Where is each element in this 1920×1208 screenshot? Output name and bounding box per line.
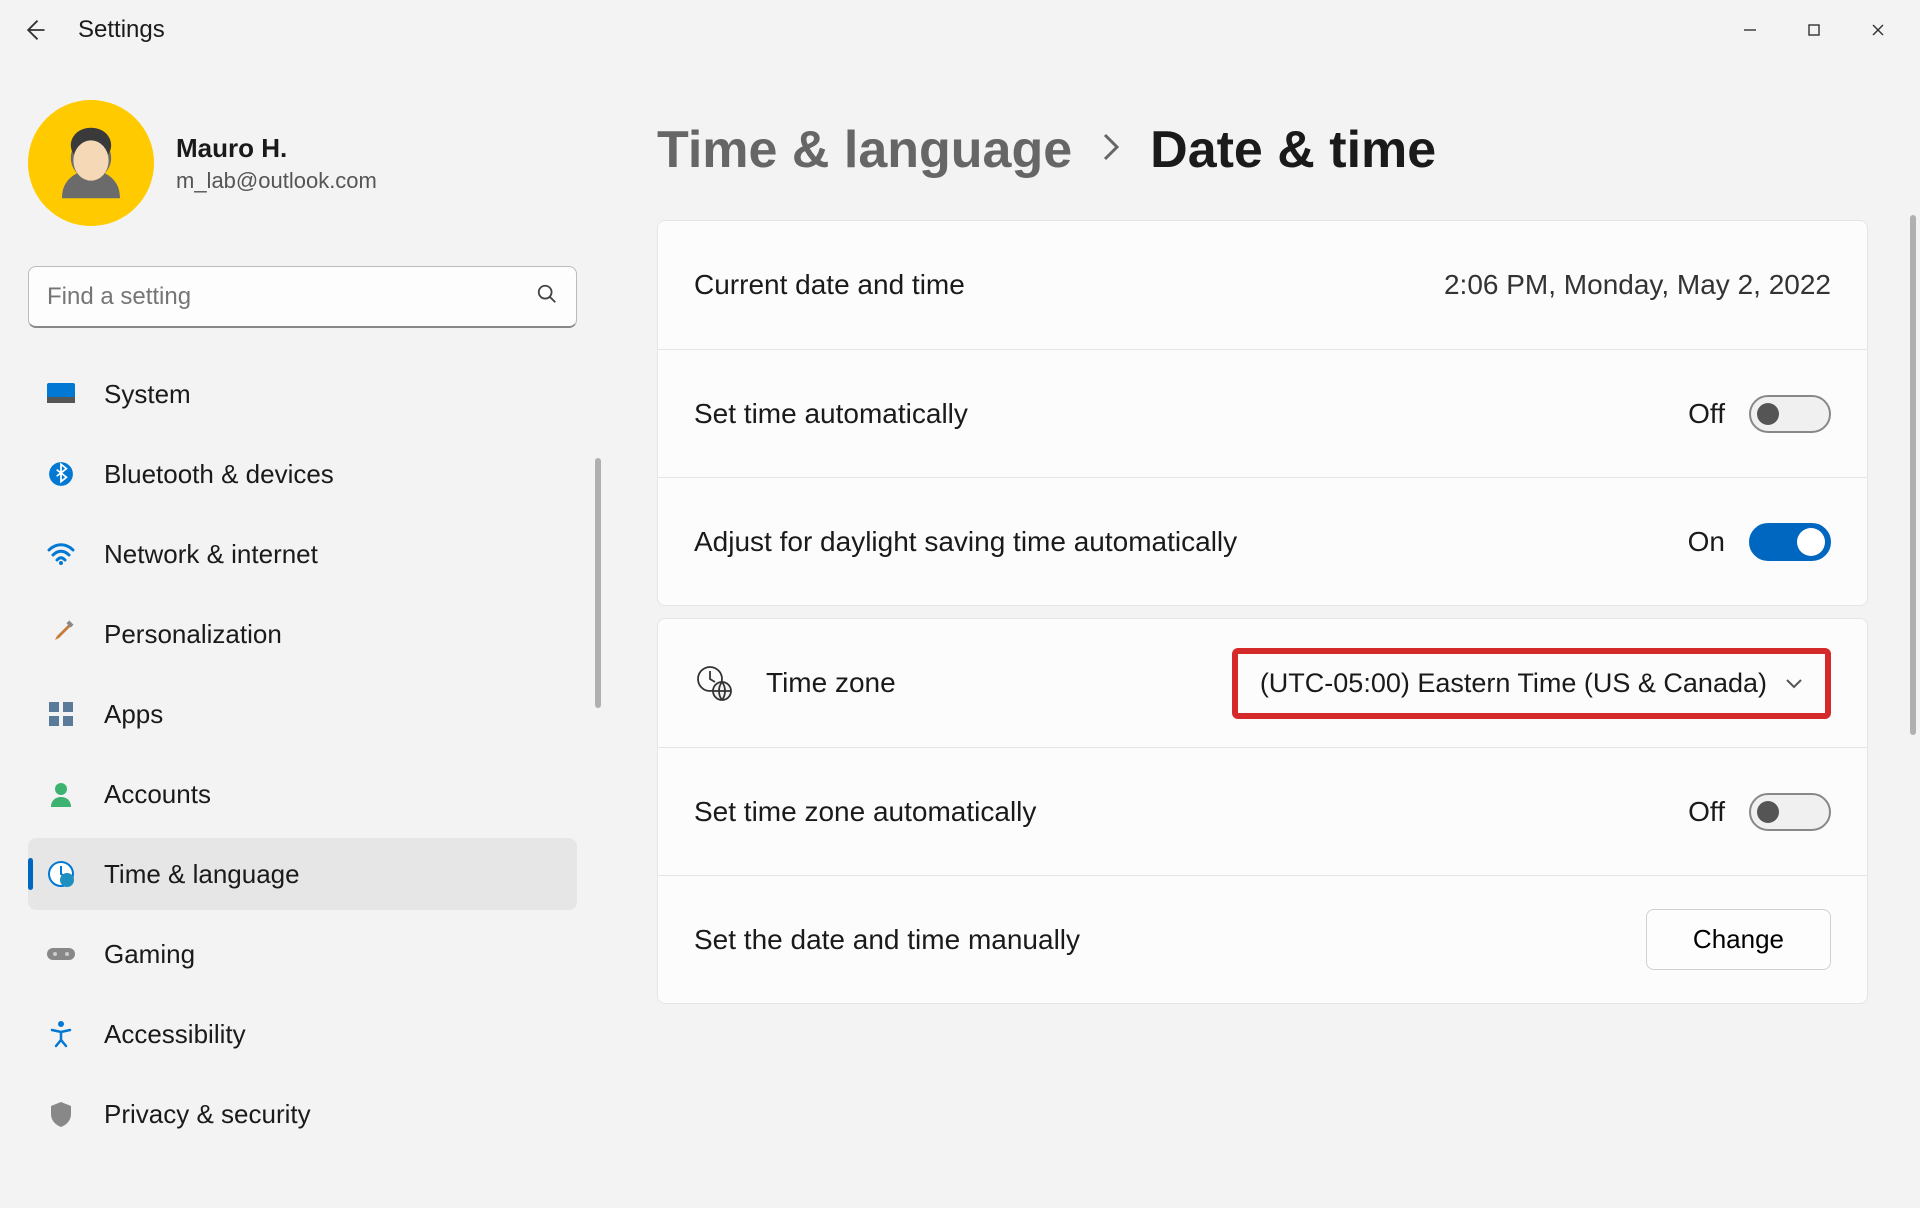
- card-timezone: Time zone (UTC-05:00) Eastern Time (US &…: [657, 618, 1868, 1004]
- auto-tz-state: Off: [1688, 796, 1725, 828]
- sidebar-item-personalization[interactable]: Personalization: [28, 598, 577, 670]
- sidebar-item-system[interactable]: System: [28, 358, 577, 430]
- sidebar-item-accessibility[interactable]: Accessibility: [28, 998, 577, 1070]
- timezone-label: Time zone: [766, 667, 896, 699]
- breadcrumb: Time & language Date & time: [657, 120, 1868, 180]
- main-content: Time & language Date & time Current date…: [605, 60, 1920, 1208]
- clock-globe-icon: [46, 859, 76, 889]
- auto-time-label: Set time automatically: [694, 398, 1688, 430]
- sidebar-item-label: System: [104, 379, 191, 410]
- sidebar-item-label: Accessibility: [104, 1019, 246, 1050]
- dst-toggle[interactable]: [1749, 523, 1831, 561]
- profile-text: Mauro H. m_lab@outlook.com: [176, 133, 377, 194]
- shield-icon: [46, 1099, 76, 1129]
- auto-tz-toggle[interactable]: [1749, 793, 1831, 831]
- content-area: Mauro H. m_lab@outlook.com System Blueto…: [0, 60, 1920, 1208]
- paintbrush-icon: [46, 619, 76, 649]
- gamepad-icon: [46, 939, 76, 969]
- sidebar-item-time-language[interactable]: Time & language: [28, 838, 577, 910]
- avatar: [28, 100, 154, 226]
- card-current-datetime: Current date and time 2:06 PM, Monday, M…: [657, 220, 1868, 606]
- wifi-icon: [46, 539, 76, 569]
- settings-window: Settings: [0, 0, 1920, 1208]
- sidebar-item-apps[interactable]: Apps: [28, 678, 577, 750]
- back-button[interactable]: [10, 6, 58, 54]
- minimize-icon: [1742, 22, 1758, 38]
- sidebar-nav: System Bluetooth & devices Network & int…: [28, 358, 577, 1150]
- sidebar-item-label: Network & internet: [104, 539, 318, 570]
- window-title: Settings: [78, 16, 165, 44]
- maximize-button[interactable]: [1782, 6, 1846, 54]
- sidebar-item-gaming[interactable]: Gaming: [28, 918, 577, 990]
- search-box[interactable]: [28, 266, 577, 328]
- change-button[interactable]: Change: [1646, 909, 1831, 970]
- sidebar-item-label: Time & language: [104, 859, 300, 890]
- breadcrumb-parent[interactable]: Time & language: [657, 120, 1072, 180]
- auto-time-state: Off: [1688, 398, 1725, 430]
- sidebar-item-privacy[interactable]: Privacy & security: [28, 1078, 577, 1150]
- sidebar-item-accounts[interactable]: Accounts: [28, 758, 577, 830]
- arrow-left-icon: [20, 16, 48, 44]
- accessibility-icon: [46, 1019, 76, 1049]
- auto-tz-label: Set time zone automatically: [694, 796, 1688, 828]
- sidebar-item-network[interactable]: Network & internet: [28, 518, 577, 590]
- close-button[interactable]: [1846, 6, 1910, 54]
- timezone-icon: [694, 663, 734, 703]
- main-scrollbar[interactable]: [1910, 215, 1916, 735]
- person-icon: [46, 779, 76, 809]
- manual-time-label: Set the date and time manually: [694, 924, 1646, 956]
- sidebar-item-label: Gaming: [104, 939, 195, 970]
- sidebar-item-bluetooth[interactable]: Bluetooth & devices: [28, 438, 577, 510]
- search-input[interactable]: [47, 283, 536, 311]
- profile-name: Mauro H.: [176, 133, 377, 164]
- close-icon: [1870, 22, 1886, 38]
- chevron-right-icon: [1100, 129, 1122, 171]
- titlebar: Settings: [0, 0, 1920, 60]
- apps-icon: [46, 699, 76, 729]
- timezone-value: (UTC-05:00) Eastern Time (US & Canada): [1260, 668, 1767, 699]
- profile-email: m_lab@outlook.com: [176, 168, 377, 194]
- sidebar: Mauro H. m_lab@outlook.com System Blueto…: [0, 60, 605, 1208]
- timezone-dropdown[interactable]: (UTC-05:00) Eastern Time (US & Canada): [1232, 648, 1831, 719]
- sidebar-scrollbar[interactable]: [595, 458, 601, 708]
- auto-time-toggle[interactable]: [1749, 395, 1831, 433]
- sidebar-item-label: Accounts: [104, 779, 211, 810]
- chevron-down-icon: [1785, 673, 1803, 694]
- current-datetime-value: 2:06 PM, Monday, May 2, 2022: [1444, 269, 1831, 301]
- minimize-button[interactable]: [1718, 6, 1782, 54]
- dst-label: Adjust for daylight saving time automati…: [694, 526, 1688, 558]
- current-datetime-label: Current date and time: [694, 269, 1444, 301]
- sidebar-item-label: Apps: [104, 699, 163, 730]
- sidebar-item-label: Privacy & security: [104, 1099, 311, 1130]
- page-title: Date & time: [1150, 120, 1436, 180]
- sidebar-item-label: Personalization: [104, 619, 282, 650]
- search-icon: [536, 283, 558, 311]
- sidebar-item-label: Bluetooth & devices: [104, 459, 334, 490]
- profile-block[interactable]: Mauro H. m_lab@outlook.com: [28, 100, 577, 226]
- window-controls: [1718, 6, 1910, 54]
- dst-state: On: [1688, 526, 1725, 558]
- maximize-icon: [1806, 22, 1822, 38]
- system-icon: [46, 379, 76, 409]
- bluetooth-icon: [46, 459, 76, 489]
